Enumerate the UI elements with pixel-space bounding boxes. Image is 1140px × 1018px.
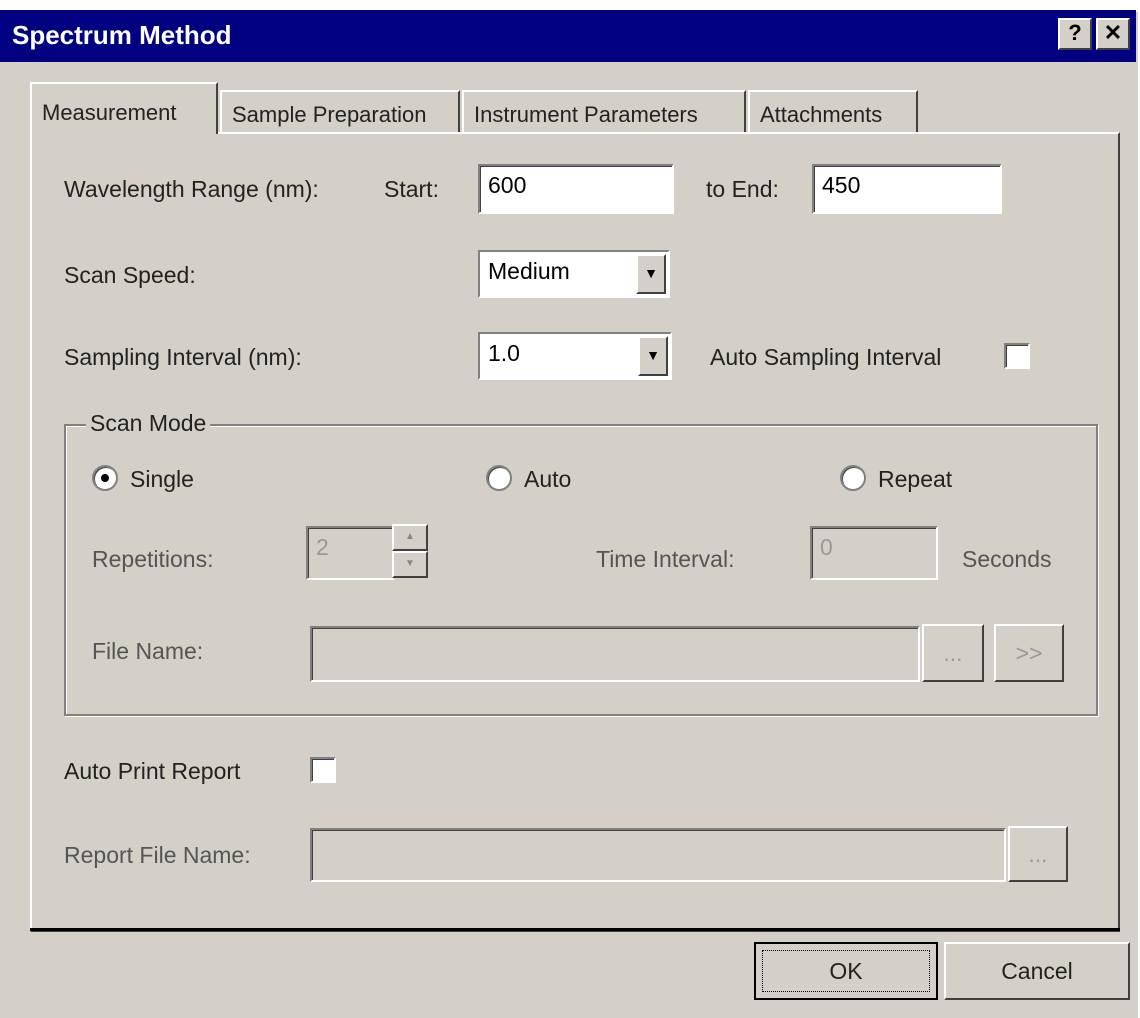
report-file-name-input[interactable] — [310, 828, 1006, 882]
radio-dot-icon — [101, 474, 109, 482]
chevron-down-icon[interactable]: ▼ — [392, 551, 428, 578]
chevron-up-icon[interactable]: ▲ — [392, 524, 428, 551]
repeat-radio[interactable] — [840, 465, 866, 491]
end-wavelength-input[interactable]: 450 — [812, 164, 1002, 214]
close-button[interactable]: ✕ — [1096, 18, 1130, 50]
repetitions-input[interactable]: 2 — [306, 526, 394, 580]
ok-button[interactable]: OK — [754, 942, 938, 1000]
time-interval-input[interactable]: 0 — [810, 526, 938, 580]
help-button[interactable]: ? — [1058, 18, 1092, 50]
tab-sample-preparation[interactable]: Sample Preparation — [220, 90, 460, 132]
repeat-radio-label[interactable]: Repeat — [878, 466, 952, 493]
report-file-name-label: Report File Name: — [64, 842, 251, 868]
auto-radio[interactable] — [486, 465, 512, 491]
scan-speed-value: Medium — [488, 258, 570, 284]
file-append-button[interactable]: >> — [994, 624, 1064, 682]
focus-ring — [762, 950, 930, 992]
scan-speed-select[interactable]: Medium ▼ — [478, 250, 670, 298]
repetitions-label: Repetitions: — [92, 546, 214, 572]
seconds-label: Seconds — [962, 546, 1052, 572]
wavelength-range-label: Wavelength Range (nm): — [64, 176, 319, 202]
sampling-interval-value: 1.0 — [488, 340, 520, 366]
sampling-interval-select[interactable]: 1.0 ▼ — [478, 332, 672, 380]
tab-attachments[interactable]: Attachments — [748, 90, 918, 132]
single-radio-label[interactable]: Single — [130, 466, 194, 493]
scan-speed-dropdown-button[interactable]: ▼ — [636, 254, 666, 294]
sampling-interval-label: Sampling Interval (nm): — [64, 344, 302, 370]
close-icon: ✕ — [1103, 20, 1123, 45]
auto-print-report-checkbox[interactable] — [310, 757, 336, 783]
report-browse-button[interactable]: ... — [1008, 826, 1068, 882]
footer-divider — [30, 928, 1120, 931]
file-name-label: File Name: — [92, 638, 204, 664]
chevron-down-icon: ▼ — [646, 347, 660, 363]
file-browse-button[interactable]: ... — [922, 624, 984, 682]
auto-sampling-interval-label: Auto Sampling Interval — [710, 344, 942, 370]
tab-measurement[interactable]: Measurement — [30, 82, 218, 134]
title-bar: Spectrum Method ? ✕ — [0, 10, 1136, 62]
file-name-input[interactable] — [310, 626, 920, 682]
single-radio[interactable] — [92, 465, 118, 491]
auto-sampling-interval-checkbox[interactable] — [1004, 343, 1030, 369]
end-label: to End: — [706, 176, 779, 202]
sampling-interval-dropdown-button[interactable]: ▼ — [638, 336, 668, 376]
chevron-down-icon: ▼ — [644, 265, 658, 281]
window-title: Spectrum Method — [12, 20, 232, 50]
tab-strip: Measurement Sample Preparation Instrumen… — [30, 80, 1130, 134]
repetitions-stepper[interactable]: ▲ ▼ — [392, 524, 428, 578]
start-label: Start: — [384, 176, 439, 202]
auto-print-report-label: Auto Print Report — [64, 758, 241, 784]
scan-speed-label: Scan Speed: — [64, 262, 196, 288]
auto-radio-label[interactable]: Auto — [524, 466, 571, 493]
time-interval-label: Time Interval: — [596, 546, 735, 572]
scan-mode-title: Scan Mode — [86, 410, 211, 437]
cancel-button[interactable]: Cancel — [944, 942, 1130, 1000]
start-wavelength-input[interactable]: 600 — [478, 164, 674, 214]
tab-instrument-parameters[interactable]: Instrument Parameters — [462, 90, 746, 132]
